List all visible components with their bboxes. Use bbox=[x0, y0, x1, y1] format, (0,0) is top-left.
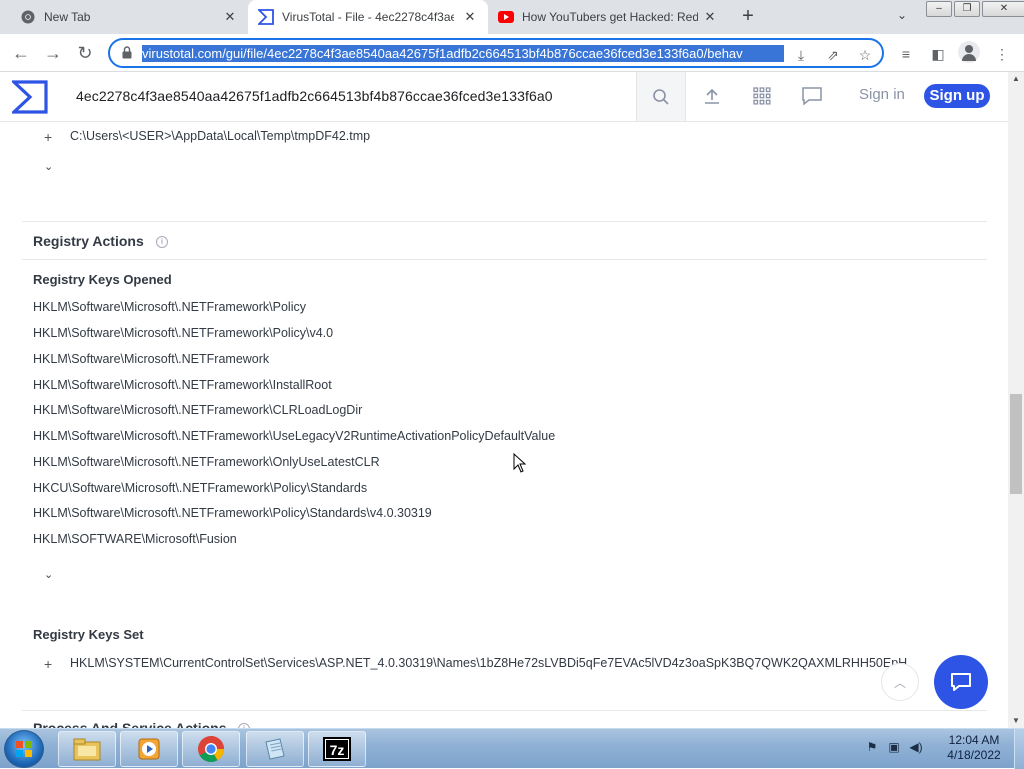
registry-key-opened: HKLM\Software\Microsoft\.NETFramework\Po… bbox=[33, 326, 334, 340]
close-tab-icon[interactable]: ✕ bbox=[462, 9, 478, 25]
section-divider bbox=[22, 710, 987, 711]
tab-title: How YouTubers get Hacked: Red bbox=[522, 10, 698, 24]
sign-up-button[interactable]: Sign up bbox=[924, 84, 990, 108]
registry-key-opened: HKLM\Software\Microsoft\.NETFramework\Po… bbox=[33, 300, 306, 314]
reading-list-icon[interactable]: ≡ bbox=[896, 44, 916, 64]
registry-key-opened: HKLM\Software\Microsoft\.NETFramework\On… bbox=[33, 455, 380, 469]
chrome-icon bbox=[20, 9, 36, 25]
upload-icon[interactable] bbox=[701, 85, 723, 107]
scrollbar-thumb[interactable] bbox=[1010, 394, 1022, 494]
vt-header: 4ec2278c4f3ae8540aa42675f1adfb2c664513bf… bbox=[0, 72, 1008, 122]
registry-key-set: HKLM\SYSTEM\CurrentControlSet\Services\A… bbox=[70, 656, 908, 670]
network-icon[interactable]: ▣ bbox=[886, 739, 902, 755]
address-bar[interactable]: virustotal.com/gui/file/4ec2278c4f3ae854… bbox=[108, 38, 884, 68]
restore-button[interactable]: ❐ bbox=[954, 1, 980, 17]
share-icon[interactable]: ⇗ bbox=[824, 46, 842, 64]
svg-text:7z: 7z bbox=[330, 742, 345, 758]
browser-toolbar: ← → ↻ virustotal.com/gui/file/4ec2278c4f… bbox=[0, 34, 1024, 72]
expand-icon[interactable]: + bbox=[44, 129, 52, 145]
search-button[interactable] bbox=[636, 72, 686, 121]
expand-icon[interactable]: + bbox=[44, 656, 52, 672]
show-desktop-button[interactable] bbox=[1014, 729, 1024, 769]
7zip-icon: 7z bbox=[323, 737, 351, 761]
section-divider bbox=[22, 259, 987, 260]
scroll-to-top-button[interactable]: ︿ bbox=[881, 663, 919, 701]
taskbar-7zip[interactable]: 7z bbox=[308, 731, 366, 767]
system-tray: ⚑ ▣ ◀) bbox=[864, 739, 924, 755]
comment-icon[interactable] bbox=[801, 85, 823, 107]
forward-button[interactable]: → bbox=[42, 42, 64, 64]
scroll-up-arrow[interactable]: ▲ bbox=[1008, 72, 1024, 86]
tab-strip: New Tab ✕ VirusTotal - File - 4ec2278c4f… bbox=[0, 0, 1024, 34]
chevron-down-icon[interactable]: ⌄ bbox=[44, 160, 53, 173]
close-window-button[interactable]: ✕ bbox=[982, 1, 1024, 17]
registry-key-opened: HKLM\Software\Microsoft\.NETFramework\In… bbox=[33, 378, 332, 392]
windows-logo-icon bbox=[16, 741, 32, 757]
clock-date: 4/18/2022 bbox=[947, 748, 1001, 762]
close-tab-icon[interactable]: ✕ bbox=[702, 9, 718, 25]
registry-keys-set-title: Registry Keys Set bbox=[33, 627, 144, 642]
chat-button[interactable] bbox=[934, 655, 988, 709]
apps-grid-icon[interactable] bbox=[751, 85, 773, 107]
page-scrollbar[interactable]: ▲ ▼ bbox=[1008, 72, 1024, 728]
registry-keys-opened-title: Registry Keys Opened bbox=[33, 272, 172, 287]
lock-icon bbox=[122, 46, 134, 60]
registry-actions-title: Registry Actions bbox=[33, 233, 144, 249]
sign-in-link[interactable]: Sign in bbox=[859, 86, 905, 103]
bookmark-star-icon[interactable]: ☆ bbox=[856, 46, 874, 64]
registry-key-opened: HKLM\SOFTWARE\Microsoft\Fusion bbox=[33, 532, 237, 546]
back-button[interactable]: ← bbox=[10, 42, 32, 64]
install-app-icon[interactable]: ⤓ bbox=[792, 46, 810, 64]
url-text[interactable]: virustotal.com/gui/file/4ec2278c4f3ae854… bbox=[142, 44, 784, 62]
behavior-content: + C:\Users\<USER>\AppData\Local\Temp\tmp… bbox=[0, 122, 1008, 728]
virustotal-logo[interactable] bbox=[9, 80, 48, 114]
registry-key-opened: HKLM\Software\Microsoft\.NETFramework\Us… bbox=[33, 429, 556, 443]
tab-search-icon[interactable]: ⌄ bbox=[897, 8, 907, 22]
tab-virustotal[interactable]: VirusTotal - File - 4ec2278c4f3ae8 ✕ bbox=[248, 0, 488, 34]
registry-key-opened: HKCU\Software\Microsoft\.NETFramework\Po… bbox=[33, 481, 368, 495]
taskbar-media-player[interactable] bbox=[120, 731, 178, 767]
side-panel-icon[interactable]: ◧ bbox=[928, 44, 948, 64]
volume-icon[interactable]: ◀) bbox=[908, 739, 924, 755]
tab-youtube[interactable]: How YouTubers get Hacked: Red ✕ bbox=[490, 0, 730, 34]
dropped-file-path: C:\Users\<USER>\AppData\Local\Temp\tmpDF… bbox=[70, 129, 371, 143]
tab-title: VirusTotal - File - 4ec2278c4f3ae8 bbox=[282, 10, 454, 24]
action-center-flag-icon[interactable]: ⚑ bbox=[864, 739, 880, 755]
notepad-icon bbox=[265, 738, 285, 760]
mouse-cursor-icon bbox=[513, 453, 527, 473]
reload-button[interactable]: ↻ bbox=[74, 42, 96, 64]
process-service-actions-title: Process And Service Actions bbox=[33, 720, 227, 728]
registry-key-opened: HKLM\Software\Microsoft\.NETFramework\CL… bbox=[33, 403, 363, 417]
windows-taskbar: 7z ⚑ ▣ ◀) 12:04 AM 4/18/2022 bbox=[0, 728, 1024, 769]
close-tab-icon[interactable]: ✕ bbox=[222, 9, 238, 25]
start-button[interactable] bbox=[4, 730, 44, 768]
folder-icon bbox=[73, 738, 101, 761]
chevron-down-icon[interactable]: ⌄ bbox=[44, 568, 53, 581]
registry-key-opened: HKLM\Software\Microsoft\.NETFramework bbox=[33, 352, 270, 366]
new-tab-button[interactable]: + bbox=[738, 6, 758, 26]
registry-key-opened: HKLM\Software\Microsoft\.NETFramework\Po… bbox=[33, 506, 432, 520]
taskbar-notepad[interactable] bbox=[246, 731, 304, 767]
taskbar-clock[interactable]: 12:04 AM 4/18/2022 bbox=[938, 733, 1010, 763]
search-icon bbox=[653, 88, 669, 105]
scroll-down-arrow[interactable]: ▼ bbox=[1008, 714, 1024, 728]
section-divider bbox=[22, 221, 987, 222]
file-hash-search[interactable]: 4ec2278c4f3ae8540aa42675f1adfb2c664513bf… bbox=[76, 88, 553, 104]
chrome-menu-icon[interactable]: ⋮ bbox=[992, 44, 1012, 64]
tab-title: New Tab bbox=[44, 10, 91, 24]
clock-time: 12:04 AM bbox=[948, 733, 1000, 747]
media-player-icon bbox=[138, 738, 160, 760]
virustotal-icon bbox=[258, 9, 274, 25]
chrome-icon bbox=[198, 736, 225, 763]
tab-new-tab[interactable]: New Tab ✕ bbox=[12, 0, 244, 34]
chat-icon bbox=[951, 673, 971, 691]
taskbar-chrome[interactable] bbox=[182, 731, 240, 767]
youtube-icon bbox=[498, 9, 514, 25]
profile-avatar[interactable] bbox=[958, 41, 980, 63]
minimize-button[interactable]: ‒ bbox=[926, 1, 952, 17]
taskbar-explorer[interactable] bbox=[58, 731, 116, 767]
info-icon[interactable]: i bbox=[156, 236, 168, 248]
